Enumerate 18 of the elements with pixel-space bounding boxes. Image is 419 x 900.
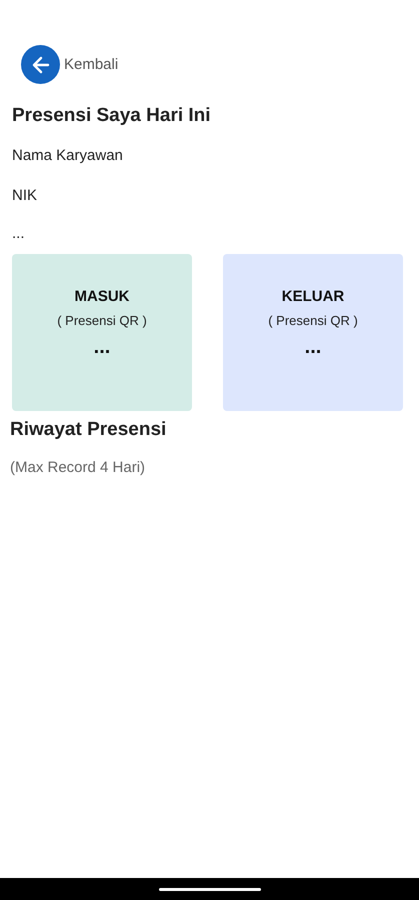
attendance-card[interactable]: MASUK ( Presensi QR ) ... bbox=[12, 254, 192, 411]
employee-nik: NIK bbox=[12, 187, 38, 204]
card-subtitle: ( Presensi QR ) bbox=[268, 313, 358, 328]
back-button[interactable] bbox=[21, 45, 60, 84]
back-arrow-icon bbox=[30, 54, 50, 74]
card-title: KELUAR bbox=[282, 288, 344, 305]
home-handle[interactable] bbox=[158, 888, 260, 890]
card-title: MASUK bbox=[74, 288, 130, 305]
section-title: Riwayat Presensi bbox=[10, 419, 168, 441]
status-text: ... bbox=[12, 225, 25, 242]
page-title: Presensi Saya Hari Ini bbox=[12, 105, 212, 127]
card-time: ... bbox=[94, 338, 110, 356]
back-label[interactable]: Kembali bbox=[64, 56, 118, 73]
card-time: ... bbox=[304, 338, 322, 356]
attendance-card[interactable]: KELUAR ( Presensi QR ) ... bbox=[223, 254, 403, 411]
employee-name: Nama Karyawan bbox=[12, 147, 123, 164]
history-note: (Max Record 4 Hari) bbox=[10, 459, 146, 476]
card-subtitle: ( Presensi QR ) bbox=[57, 313, 147, 328]
